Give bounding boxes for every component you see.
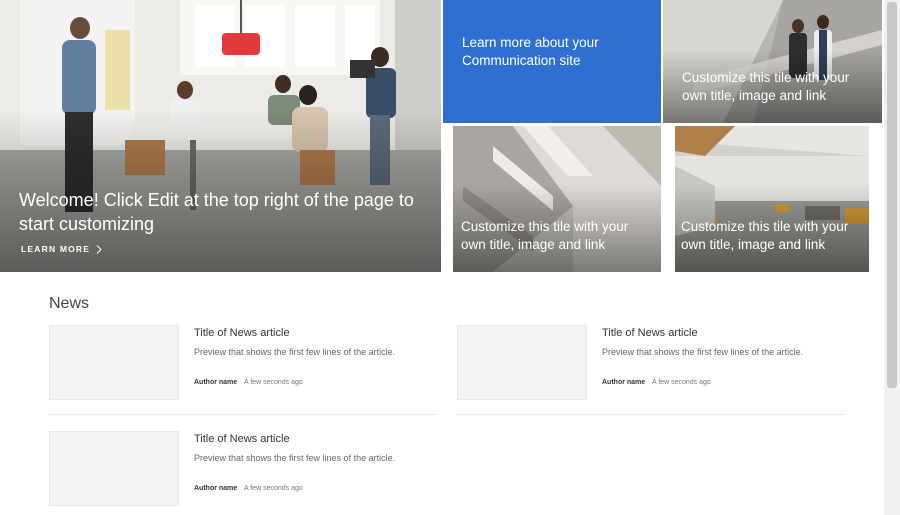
news-article-preview: Preview that shows the first few lines o… — [194, 347, 396, 357]
news-article[interactable]: Title of News article Preview that shows… — [49, 431, 439, 511]
page: Welcome! Click Edit at the top right of … — [0, 0, 900, 515]
hero-tile-architecture[interactable]: Customize this tile with your own title,… — [453, 126, 661, 272]
hero-section: Welcome! Click Edit at the top right of … — [0, 0, 884, 272]
news-article-title[interactable]: Title of News article — [602, 327, 698, 339]
news-divider — [457, 414, 846, 415]
hero-main-tile[interactable]: Welcome! Click Edit at the top right of … — [0, 0, 441, 272]
news-article-title[interactable]: Title of News article — [194, 433, 290, 445]
news-article-time: A few seconds ago — [244, 485, 303, 492]
scrollbar-thumb[interactable] — [887, 2, 897, 388]
news-article-time: A few seconds ago — [652, 379, 711, 386]
hero-tile-caption: Learn more about your Communication site — [462, 35, 599, 68]
news-article-author: Author name — [194, 379, 238, 386]
chevron-right-icon — [96, 244, 102, 254]
news-article-time: A few seconds ago — [244, 379, 303, 386]
learn-more-label: LEARN MORE — [21, 244, 91, 254]
news-thumbnail — [49, 431, 179, 506]
hero-tile-people[interactable]: Customize this tile with your own title,… — [663, 0, 882, 123]
news-thumbnail — [49, 325, 179, 400]
hero-tile-caption: Customize this tile with your own title,… — [681, 219, 849, 252]
news-article[interactable]: Title of News article Preview that shows… — [457, 325, 847, 405]
tile-gap — [869, 123, 884, 272]
hero-tile-caption: Customize this tile with your own title,… — [682, 70, 850, 103]
news-article[interactable]: Title of News article Preview that shows… — [49, 325, 439, 405]
news-article-author: Author name — [194, 485, 238, 492]
news-heading: News — [49, 295, 90, 312]
hero-tile-caption: Customize this tile with your own title,… — [461, 219, 629, 252]
learn-more-link[interactable]: LEARN MORE — [21, 244, 102, 254]
hero-tile-communication[interactable]: Learn more about your Communication site — [443, 0, 661, 123]
hero-main-title: Welcome! Click Edit at the top right of … — [19, 190, 414, 234]
news-thumbnail — [457, 325, 587, 400]
news-article-author: Author name — [602, 379, 646, 386]
news-divider — [49, 414, 436, 415]
news-article-preview: Preview that shows the first few lines o… — [602, 347, 804, 357]
news-article-preview: Preview that shows the first few lines o… — [194, 453, 396, 463]
news-article-title[interactable]: Title of News article — [194, 327, 290, 339]
hero-tile-lobby[interactable]: Customize this tile with your own title,… — [675, 126, 869, 272]
